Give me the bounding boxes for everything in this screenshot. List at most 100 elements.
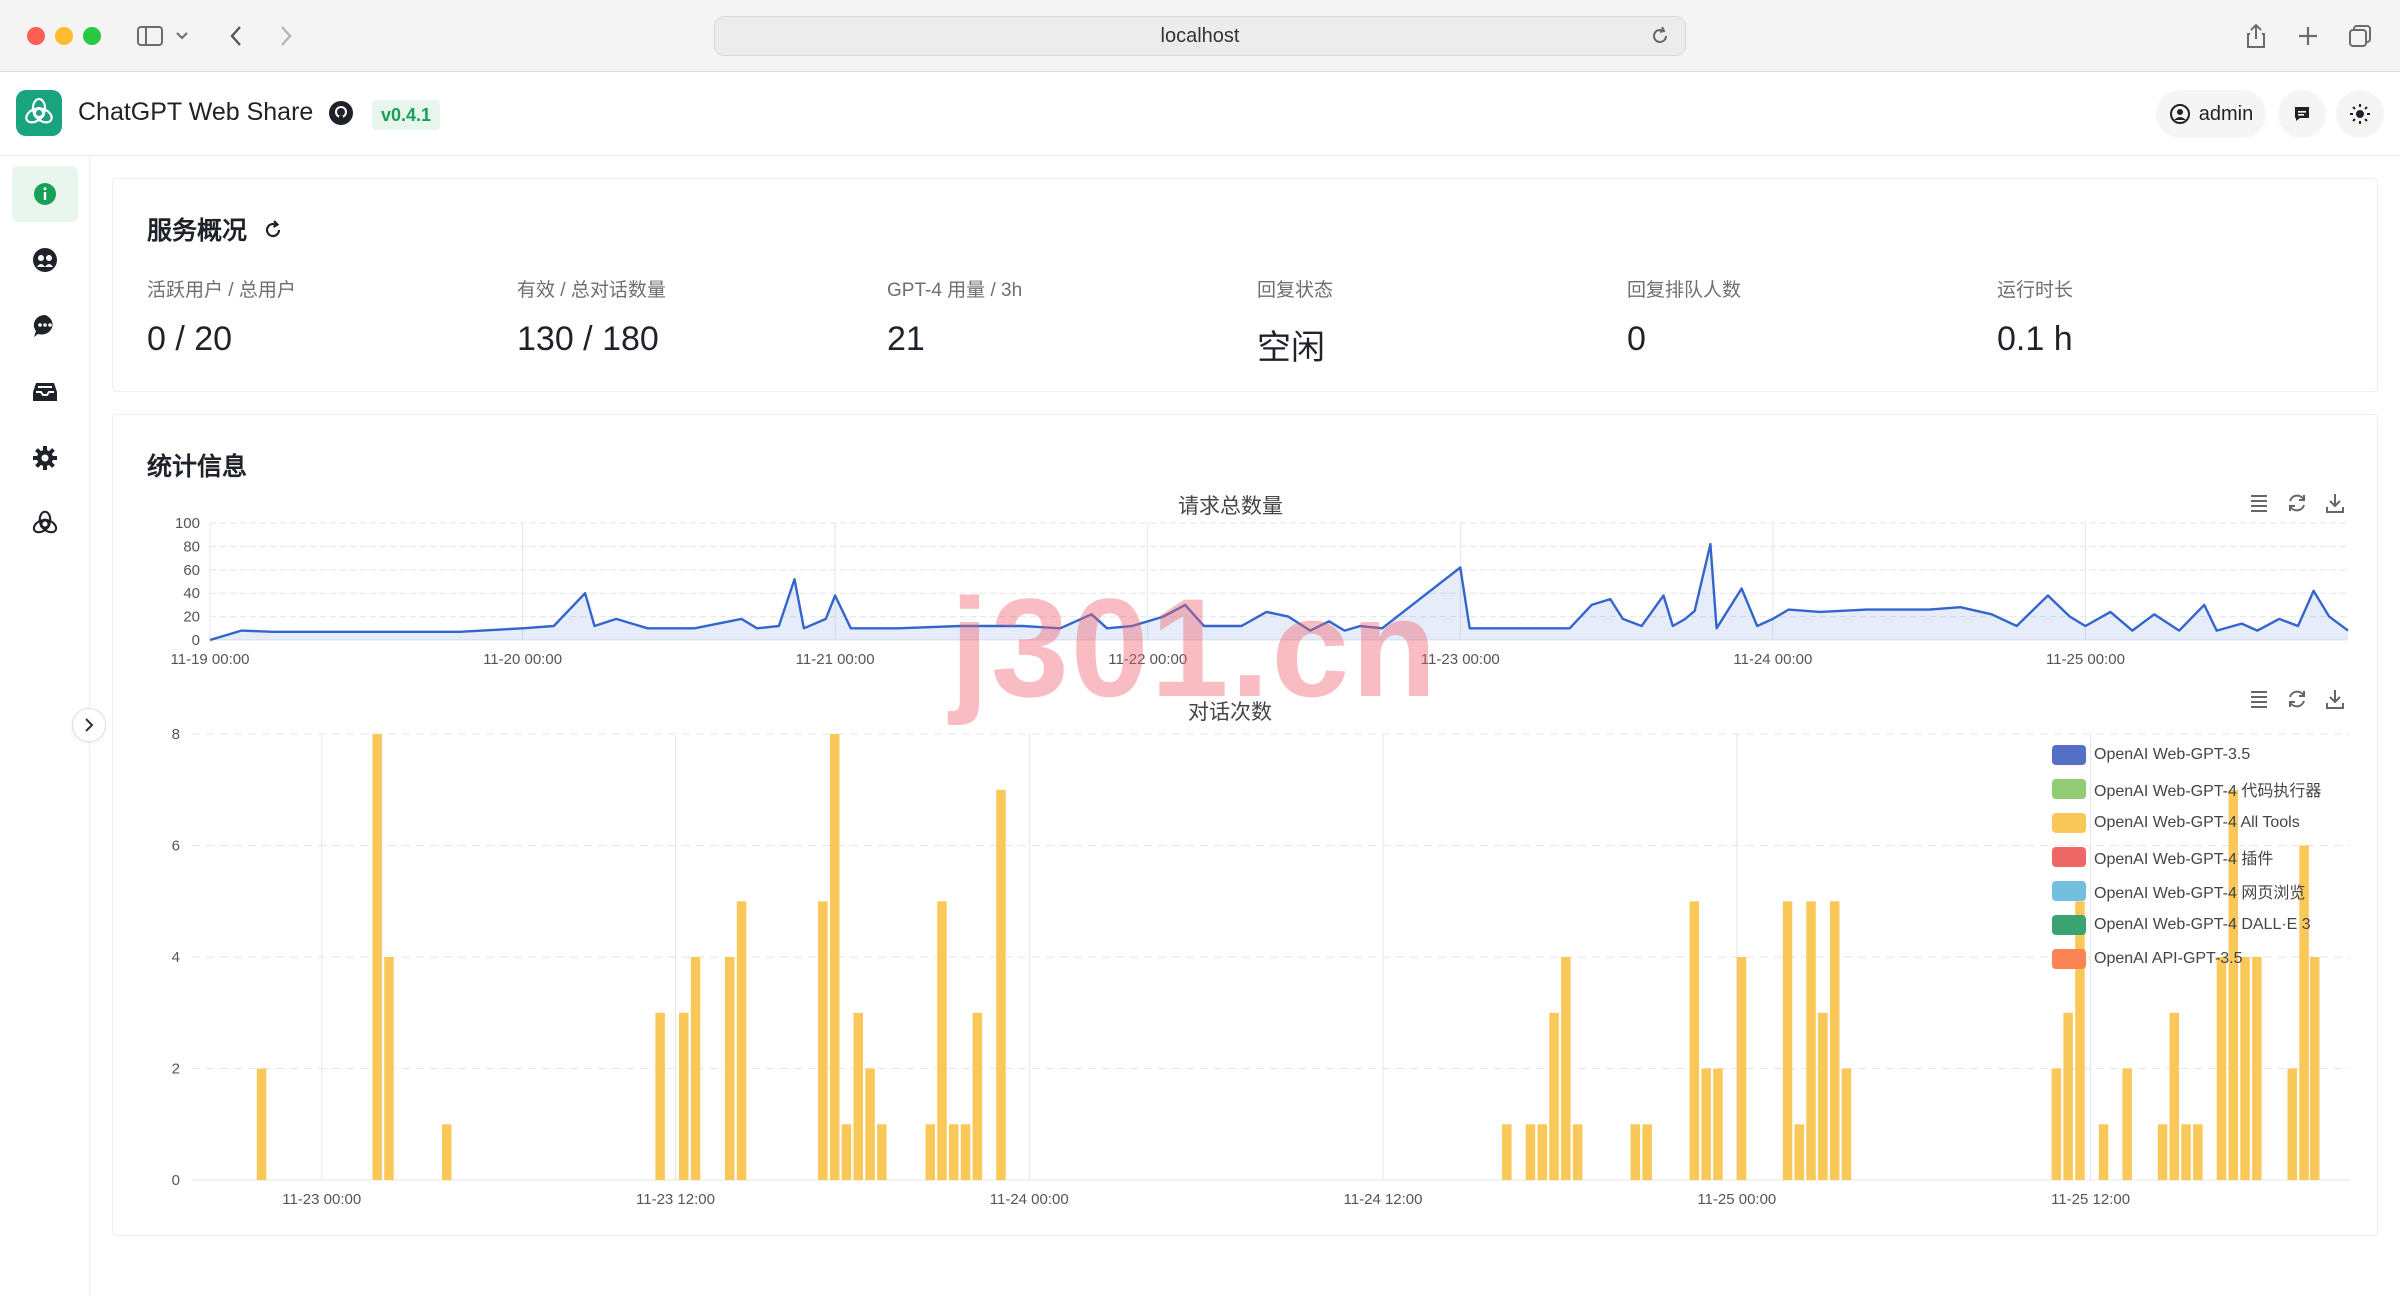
bar (2309, 957, 2320, 1180)
conversations-bar-chart: 0 2 4 6 8 11-23 00:00 11-23 12:00 11-24 00:00 11… (172, 726, 2350, 1208)
users-icon (33, 248, 57, 272)
bar (2169, 1012, 2179, 1181)
x-tick-label: 11-24 00:00 (1733, 651, 1812, 668)
legend-swatch (2052, 949, 2086, 969)
bar (972, 1012, 983, 1181)
bar (372, 734, 382, 1180)
legend-swatch (2052, 847, 2086, 867)
bar (679, 1012, 689, 1181)
x-tick-label: 11-25 00:00 (1697, 1191, 1776, 1208)
legend-item[interactable]: OpenAI API-GPT-3.5 (2052, 942, 2321, 976)
x-tick-label: 11-19 00:00 (171, 651, 250, 668)
url-text: localhost (1160, 24, 1240, 47)
legend-item[interactable]: OpenAI Web-GPT-4 网页浏览 (2052, 874, 2321, 908)
sidebar-item-overview[interactable] (12, 166, 78, 222)
reload-icon[interactable] (1649, 25, 1671, 47)
y-tick-label: 8 (172, 726, 180, 743)
legend-swatch (2052, 779, 2086, 799)
inbox-icon (33, 383, 57, 401)
bar (841, 1124, 852, 1181)
legend-swatch (2052, 915, 2086, 935)
app-title: ChatGPT Web Share (78, 98, 314, 126)
stat-uptime: 运行时长 0.1 h (1997, 280, 2074, 358)
stat-conversations: 有效 / 总对话数量 130 / 180 (517, 280, 666, 358)
legend-item[interactable]: OpenAI Web-GPT-4 插件 (2052, 840, 2321, 874)
share-icon[interactable] (2240, 20, 2272, 52)
overview-card: 服务概况 活跃用户 / 总用户 0 / 20 有效 / 总对话数量 130 / … (112, 178, 2378, 392)
bar (925, 1124, 935, 1181)
legend-label: OpenAI API-GPT-3.5 (2094, 950, 2243, 967)
legend-item[interactable]: OpenAI Web-GPT-3.5 (2052, 738, 2321, 772)
bar (949, 1124, 959, 1181)
sun-icon (2350, 104, 2370, 124)
user-menu-button[interactable]: admin (2156, 90, 2266, 138)
legend-label: OpenAI Web-GPT-4 DALL·E 3 (2094, 916, 2311, 933)
openai-logo-icon[interactable] (16, 90, 62, 136)
github-icon[interactable] (328, 100, 354, 126)
restore-icon[interactable] (2286, 688, 2308, 710)
theme-toggle-button[interactable] (2336, 90, 2384, 138)
conversations-chart-toolbox (2248, 688, 2346, 710)
bar (996, 789, 1006, 1181)
info-icon (34, 183, 56, 205)
legend-item[interactable]: OpenAI Web-GPT-4 All Tools (2052, 806, 2321, 840)
bar (829, 734, 840, 1180)
bar (2157, 1124, 2168, 1181)
minimize-window-button[interactable] (55, 27, 73, 45)
bar (1841, 1068, 1852, 1180)
x-tick-label: 11-23 00:00 (282, 1191, 361, 1208)
sidebar-item-users[interactable] (12, 232, 78, 288)
bar (1713, 1068, 1723, 1180)
sidebar-item-conversations[interactable] (12, 298, 78, 354)
tab-overview-icon[interactable] (2344, 20, 2376, 52)
message-icon (2295, 107, 2309, 121)
chat-icon (33, 314, 53, 337)
legend-swatch (2052, 881, 2086, 901)
bar (1782, 901, 1793, 1181)
bar (937, 901, 947, 1181)
legend-item[interactable]: OpenAI Web-GPT-4 代码执行器 (2052, 772, 2321, 806)
bar (1736, 957, 1747, 1180)
bar (2240, 957, 2250, 1180)
new-tab-icon[interactable] (2292, 20, 2324, 52)
legend-label: OpenAI Web-GPT-3.5 (2094, 746, 2251, 763)
bar (865, 1068, 875, 1180)
address-bar[interactable]: localhost (714, 16, 1686, 56)
bar (2216, 957, 2227, 1180)
forward-icon[interactable] (270, 20, 302, 52)
legend-item[interactable]: OpenAI Web-GPT-4 DALL·E 3 (2052, 908, 2321, 942)
bar (1818, 1012, 1828, 1181)
chart-legend: OpenAI Web-GPT-3.5 OpenAI Web-GPT-4 代码执行器… (2052, 738, 2321, 976)
bar (1572, 1124, 1583, 1181)
statistics-title: 统计信息 (147, 453, 248, 481)
x-tick-label: 11-20 00:00 (483, 651, 562, 668)
bar (2252, 957, 2262, 1180)
stat-active-users: 活跃用户 / 总用户 0 / 20 (147, 280, 296, 358)
y-tick-label: 0 (192, 632, 200, 649)
sidebar-item-settings[interactable] (12, 430, 78, 486)
y-tick-label: 40 (183, 585, 200, 602)
download-icon[interactable] (2324, 688, 2346, 710)
sidebar-item-logs[interactable] (12, 364, 78, 420)
back-icon[interactable] (220, 20, 252, 52)
x-tick-label: 11-23 12:00 (636, 1191, 715, 1208)
close-window-button[interactable] (27, 27, 45, 45)
overview-title: 服务概况 (147, 211, 284, 247)
chevron-down-icon[interactable] (172, 20, 192, 52)
maximize-window-button[interactable] (83, 27, 101, 45)
y-tick-label: 100 (175, 515, 200, 532)
bar (1537, 1124, 1547, 1181)
sidebar-toggle-icon[interactable] (134, 20, 166, 52)
refresh-icon[interactable] (262, 219, 284, 241)
x-tick-label: 11-24 00:00 (990, 1191, 1069, 1208)
stat-queue: 回复排队人数 0 (1627, 280, 1742, 358)
bar (690, 957, 701, 1180)
feedback-button[interactable] (2278, 90, 2326, 138)
y-tick-label: 20 (183, 609, 200, 626)
browser-toolbar: localhost (0, 0, 2400, 72)
version-badge: v0.4.1 (372, 100, 441, 130)
y-tick-label: 0 (172, 1172, 180, 1189)
x-tick-label: 11-24 12:00 (1344, 1191, 1423, 1208)
stat-gpt4-usage: GPT-4 用量 / 3h 21 (887, 280, 1023, 358)
data-view-icon[interactable] (2248, 688, 2270, 710)
